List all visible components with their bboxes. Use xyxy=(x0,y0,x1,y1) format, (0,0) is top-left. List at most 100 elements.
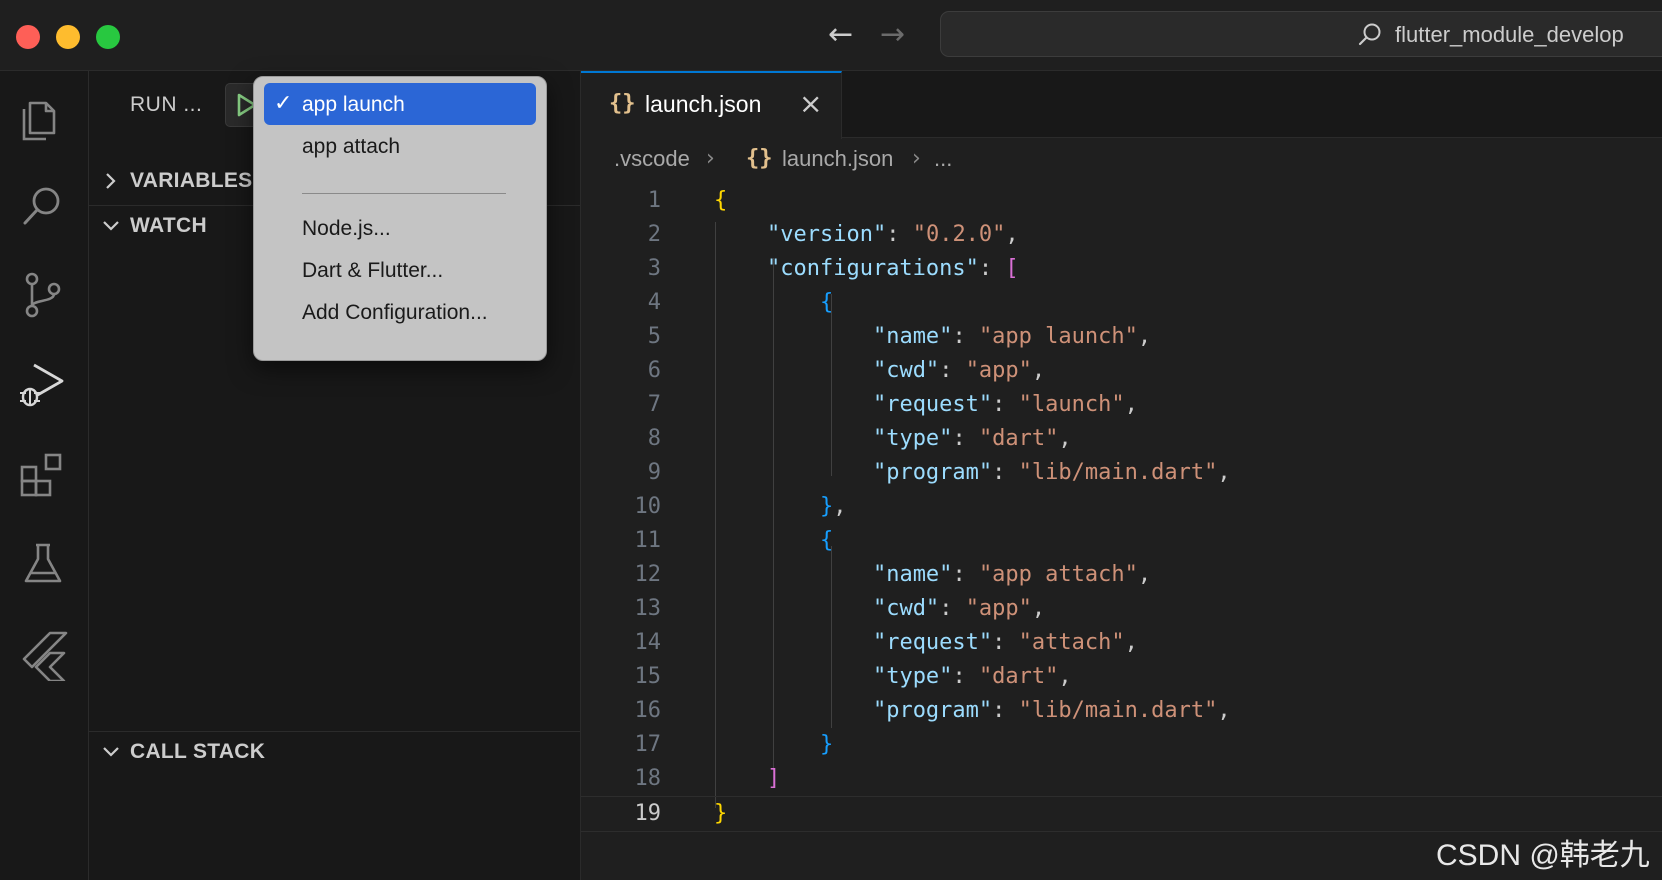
json-file-icon: {} xyxy=(609,91,636,116)
line-number: 5 xyxy=(647,324,661,349)
line-number: 11 xyxy=(634,528,662,553)
json-file-icon: {} xyxy=(746,146,773,171)
code-line[interactable]: 16 "program": "lib/main.dart", xyxy=(581,694,1662,730)
launch-config-item[interactable]: Add Configuration... xyxy=(264,291,536,333)
call-stack-label: CALL STACK xyxy=(130,740,266,763)
line-content: } xyxy=(819,732,834,757)
title-bar: ← → flutter_module_develop xyxy=(0,0,1662,71)
code-line[interactable]: 14 "request": "attach", xyxy=(581,626,1662,662)
line-number: 10 xyxy=(634,494,662,519)
line-content: "type": "dart", xyxy=(872,426,1072,451)
chevron-right-icon xyxy=(106,173,116,189)
launch-config-dropdown: ✓ app launch app attach Node.js... Dart & Fl… xyxy=(253,76,547,361)
line-content: ] xyxy=(766,766,781,791)
line-number: 18 xyxy=(634,766,662,791)
line-number: 8 xyxy=(647,426,661,451)
source-control-icon[interactable] xyxy=(16,267,70,321)
launch-config-item[interactable]: app attach xyxy=(264,125,536,167)
code-line[interactable]: 19} xyxy=(581,796,1662,832)
command-center-search[interactable]: flutter_module_develop xyxy=(940,11,1662,57)
line-content: { xyxy=(819,528,834,553)
line-number: 15 xyxy=(634,664,662,689)
tab-launch-json[interactable]: {} launch.json × xyxy=(581,71,842,139)
launch-config-label: app attach xyxy=(302,135,401,158)
line-content: "program": "lib/main.dart", xyxy=(872,698,1231,723)
launch-config-label: Dart & Flutter... xyxy=(302,259,444,282)
zoom-window-button[interactable] xyxy=(96,25,120,49)
chevron-down-icon xyxy=(103,221,119,231)
launch-config-label: Add Configuration... xyxy=(302,301,488,324)
line-content: "name": "app attach", xyxy=(872,562,1152,587)
launch-config-label: app launch xyxy=(302,93,405,116)
code-line[interactable]: 15 "type": "dart", xyxy=(581,660,1662,696)
line-number: 6 xyxy=(647,358,661,383)
tab-label: launch.json xyxy=(645,91,762,117)
breadcrumb-more[interactable]: ... xyxy=(934,146,952,172)
line-number: 7 xyxy=(647,392,661,417)
extensions-icon[interactable] xyxy=(16,447,70,501)
line-content: }, xyxy=(819,494,847,519)
flutter-icon[interactable] xyxy=(16,627,70,683)
chevron-right-icon: › xyxy=(706,146,715,171)
chevron-down-icon xyxy=(103,747,119,757)
code-line[interactable]: 1{ xyxy=(581,184,1662,220)
code-line[interactable]: 8 "type": "dart", xyxy=(581,422,1662,458)
line-number: 19 xyxy=(634,801,662,826)
code-line[interactable]: 4 { xyxy=(581,286,1662,322)
command-center-text: flutter_module_develop xyxy=(1395,22,1624,47)
testing-icon[interactable] xyxy=(16,537,70,591)
code-editor[interactable]: 1{2 "version": "0.2.0", 3 "configurations… xyxy=(581,182,1662,880)
menu-separator xyxy=(302,193,506,194)
watermark: CSDN @韩老九 xyxy=(1436,839,1650,872)
code-line[interactable]: 11 { xyxy=(581,524,1662,560)
code-line[interactable]: 6 "cwd": "app", xyxy=(581,354,1662,390)
line-content: "type": "dart", xyxy=(872,664,1072,689)
activity-bar xyxy=(0,71,89,880)
run-debug-icon[interactable] xyxy=(16,357,70,411)
code-line[interactable]: 12 "name": "app attach", xyxy=(581,558,1662,594)
code-line[interactable]: 2 "version": "0.2.0", xyxy=(581,218,1662,254)
launch-config-item[interactable]: ✓ app launch xyxy=(264,83,536,125)
line-number: 14 xyxy=(634,630,662,655)
line-content: "configurations": [ xyxy=(766,256,1019,281)
line-number: 1 xyxy=(647,188,661,213)
line-number: 16 xyxy=(634,698,662,723)
explorer-icon[interactable] xyxy=(16,89,70,143)
line-content: } xyxy=(714,801,728,826)
launch-config-item[interactable]: Dart & Flutter... xyxy=(264,249,536,291)
breadcrumb-file[interactable]: launch.json xyxy=(782,146,893,172)
code-line[interactable]: 7 "request": "launch", xyxy=(581,388,1662,424)
checkmark-icon: ✓ xyxy=(274,91,293,116)
line-content: "name": "app launch", xyxy=(872,324,1152,349)
line-content: "program": "lib/main.dart", xyxy=(872,460,1231,485)
search-icon[interactable] xyxy=(16,179,70,233)
line-content: { xyxy=(714,188,728,213)
launch-config-item[interactable]: Node.js... xyxy=(264,207,536,249)
forward-arrow-icon[interactable]: → xyxy=(880,18,905,52)
line-number: 13 xyxy=(634,596,662,621)
line-number: 4 xyxy=(647,290,661,315)
code-line[interactable]: 18 ] xyxy=(581,762,1662,798)
line-number: 12 xyxy=(634,562,662,587)
code-line[interactable]: 17 } xyxy=(581,728,1662,764)
close-icon[interactable]: × xyxy=(799,87,822,120)
code-line[interactable]: 5 "name": "app launch", xyxy=(581,320,1662,356)
code-line[interactable]: 3 "configurations": [ xyxy=(581,252,1662,288)
code-line[interactable]: 9 "program": "lib/main.dart", xyxy=(581,456,1662,492)
back-arrow-icon[interactable]: ← xyxy=(828,18,853,52)
line-content: "cwd": "app", xyxy=(872,358,1046,383)
code-line[interactable]: 10 }, xyxy=(581,490,1662,526)
call-stack-section-header[interactable]: CALL STACK xyxy=(89,731,580,772)
code-line[interactable]: 13 "cwd": "app", xyxy=(581,592,1662,628)
line-content: { xyxy=(819,290,834,315)
line-number: 2 xyxy=(647,222,661,247)
line-content: "version": "0.2.0", xyxy=(766,222,1019,247)
run-view-title: RUN ... xyxy=(130,93,203,116)
line-content: "request": "launch", xyxy=(872,392,1138,417)
close-window-button[interactable] xyxy=(16,25,40,49)
variables-label: VARIABLES xyxy=(130,169,253,192)
breadcrumb-folder[interactable]: .vscode xyxy=(614,146,690,172)
minimize-window-button[interactable] xyxy=(56,25,80,49)
line-number: 3 xyxy=(647,256,661,281)
line-content: "cwd": "app", xyxy=(872,596,1046,621)
